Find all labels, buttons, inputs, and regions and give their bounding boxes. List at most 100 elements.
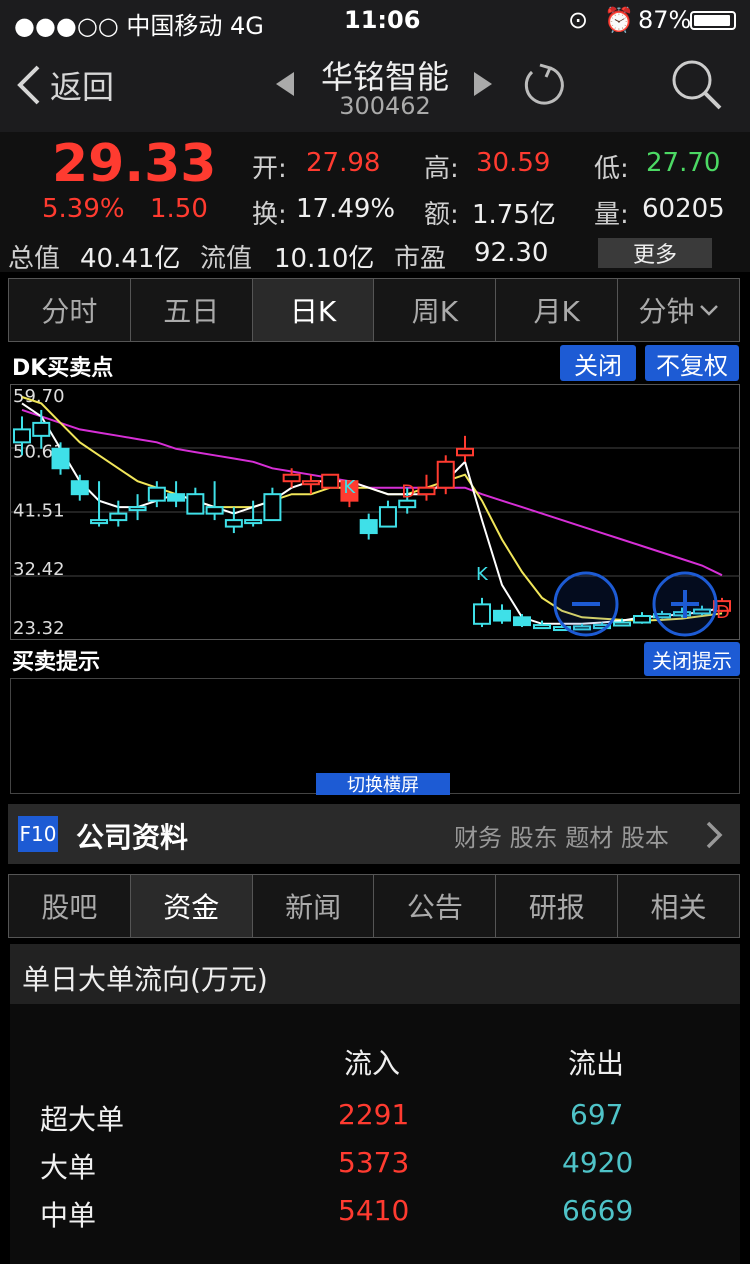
candle-body — [513, 616, 531, 627]
change-percent: 5.39% — [42, 194, 125, 224]
turnover-label: 换: — [252, 200, 287, 230]
f10-bar[interactable]: F10 公司资料 财务 股东 题材 股本 — [8, 804, 740, 864]
candle-body — [633, 615, 651, 624]
candle-body — [224, 519, 243, 528]
nav-bar: 返回 华铭智能 300462 — [0, 42, 750, 133]
open-label: 开: — [252, 154, 287, 184]
close-dk-button[interactable]: 关闭 — [560, 345, 636, 381]
back-label: 返回 — [50, 68, 115, 106]
mcap-value: 40.41亿 — [80, 244, 181, 274]
tab-five-day[interactable]: 五日 — [130, 279, 253, 341]
prev-stock-icon[interactable] — [274, 70, 296, 98]
high-label: 高: — [424, 154, 459, 184]
volume-value: 60205 — [642, 194, 725, 224]
chevron-left-icon — [17, 65, 40, 105]
f10-badge: F10 — [18, 816, 58, 852]
tab-weekly-k[interactable]: 周K — [374, 279, 497, 341]
row-outflow: 6669 — [562, 1194, 634, 1227]
chart-period-tabs: 分时 五日 日K 周K 月K 分钟 — [8, 278, 740, 342]
candle-body — [417, 486, 436, 496]
amount-label: 额: — [424, 200, 459, 230]
candle-body — [533, 624, 551, 630]
candle-body — [473, 603, 491, 625]
pe-label: 市盈 — [394, 244, 447, 274]
signal-label: D — [401, 482, 415, 503]
candle-body — [186, 493, 205, 515]
close-hint-button[interactable]: 关闭提示 — [644, 642, 740, 676]
tab-related[interactable]: 相关 — [618, 875, 739, 937]
candle-body — [359, 519, 378, 535]
status-bar: ●●●○○ 中国移动 4G 11:06 ⊙ ⏰ 87% — [0, 0, 750, 42]
hint-title: 买卖提示 — [12, 650, 101, 675]
carrier-text: ●●●○○ 中国移动 4G — [14, 12, 264, 40]
candle-body — [263, 493, 282, 522]
zoom-in-icon[interactable] — [652, 571, 718, 637]
candle-body — [613, 621, 631, 627]
row-inflow: 5373 — [338, 1146, 410, 1179]
signal-label: D — [716, 602, 730, 623]
tab-daily-k[interactable]: 日K — [252, 279, 375, 341]
info-tabs: 股吧 资金 新闻 公告 研报 相关 — [8, 874, 740, 938]
candlestick-chart[interactable]: 59.7050.6141.5132.4223.32K DKD — [10, 384, 740, 640]
signal-label: K — [343, 477, 356, 498]
volume-label: 量: — [594, 200, 629, 230]
candle-body — [109, 512, 128, 522]
candle-body — [90, 519, 109, 525]
battery-icon — [690, 11, 736, 30]
tab-minute[interactable]: 分钟 — [618, 279, 739, 341]
open-value: 27.98 — [306, 148, 381, 178]
candle-body — [147, 486, 166, 502]
rotate-landscape-button[interactable]: 切换横屏 — [316, 773, 450, 796]
candle-body — [205, 506, 224, 515]
alarm-icon: ⏰ — [604, 6, 634, 34]
money-flow-title: 单日大单流向(万元) — [22, 963, 268, 996]
candle-body — [128, 506, 147, 512]
row-name: 大单 — [40, 1151, 97, 1184]
refresh-icon[interactable] — [520, 62, 566, 108]
row-inflow: 2291 — [338, 1098, 410, 1131]
chevron-right-icon — [706, 821, 723, 849]
candle-body — [13, 428, 31, 444]
tab-intraday[interactable]: 分时 — [9, 279, 131, 341]
pe-value: 92.30 — [474, 238, 549, 268]
candle-body — [321, 473, 340, 489]
y-tick-label: 32.42 — [13, 559, 65, 580]
adjust-button[interactable]: 不复权 — [645, 345, 739, 381]
turnover-value: 17.49% — [296, 194, 396, 224]
candle-body — [493, 609, 511, 622]
zoom-out-icon[interactable] — [553, 571, 619, 637]
row-name: 超大单 — [40, 1103, 125, 1136]
change-amount: 1.50 — [150, 194, 208, 224]
tab-monthly-k[interactable]: 月K — [496, 279, 619, 341]
candle-body — [378, 506, 397, 528]
stock-code: 300462 — [339, 92, 431, 120]
next-stock-icon[interactable] — [472, 70, 494, 98]
signal-label: K — [476, 564, 489, 585]
more-button[interactable]: 更多 — [598, 238, 712, 268]
money-flow-header: 单日大单流向(万元) — [10, 944, 740, 1004]
chevron-down-icon — [699, 305, 718, 316]
candle-body — [436, 460, 455, 489]
candle-body — [282, 473, 301, 483]
quote-panel: 29.33 5.39% 1.50 开: 27.98 高: 30.59 低: 27… — [0, 132, 750, 274]
float-label: 流值 — [200, 244, 253, 274]
y-tick-label: 23.32 — [13, 618, 65, 639]
f10-title: 公司资料 — [76, 821, 189, 854]
f10-links: 财务 股东 题材 股本 — [454, 824, 669, 852]
high-value: 30.59 — [476, 148, 551, 178]
amount-value: 1.75亿 — [472, 200, 556, 230]
tab-research[interactable]: 研报 — [496, 875, 619, 937]
tab-news[interactable]: 新闻 — [252, 875, 375, 937]
tab-forum[interactable]: 股吧 — [9, 875, 131, 937]
candle-body — [456, 447, 474, 457]
inflow-header: 流入 — [344, 1047, 401, 1080]
tab-fund-flow[interactable]: 资金 — [130, 875, 253, 937]
battery-percent: 87% — [638, 6, 692, 34]
row-outflow: 697 — [570, 1098, 624, 1131]
back-button[interactable]: 返回 — [14, 60, 114, 110]
y-tick-label: 41.51 — [13, 500, 65, 521]
candle-body — [167, 493, 186, 502]
tab-announcements[interactable]: 公告 — [374, 875, 497, 937]
search-icon[interactable] — [670, 58, 724, 112]
candle-body — [32, 421, 51, 437]
